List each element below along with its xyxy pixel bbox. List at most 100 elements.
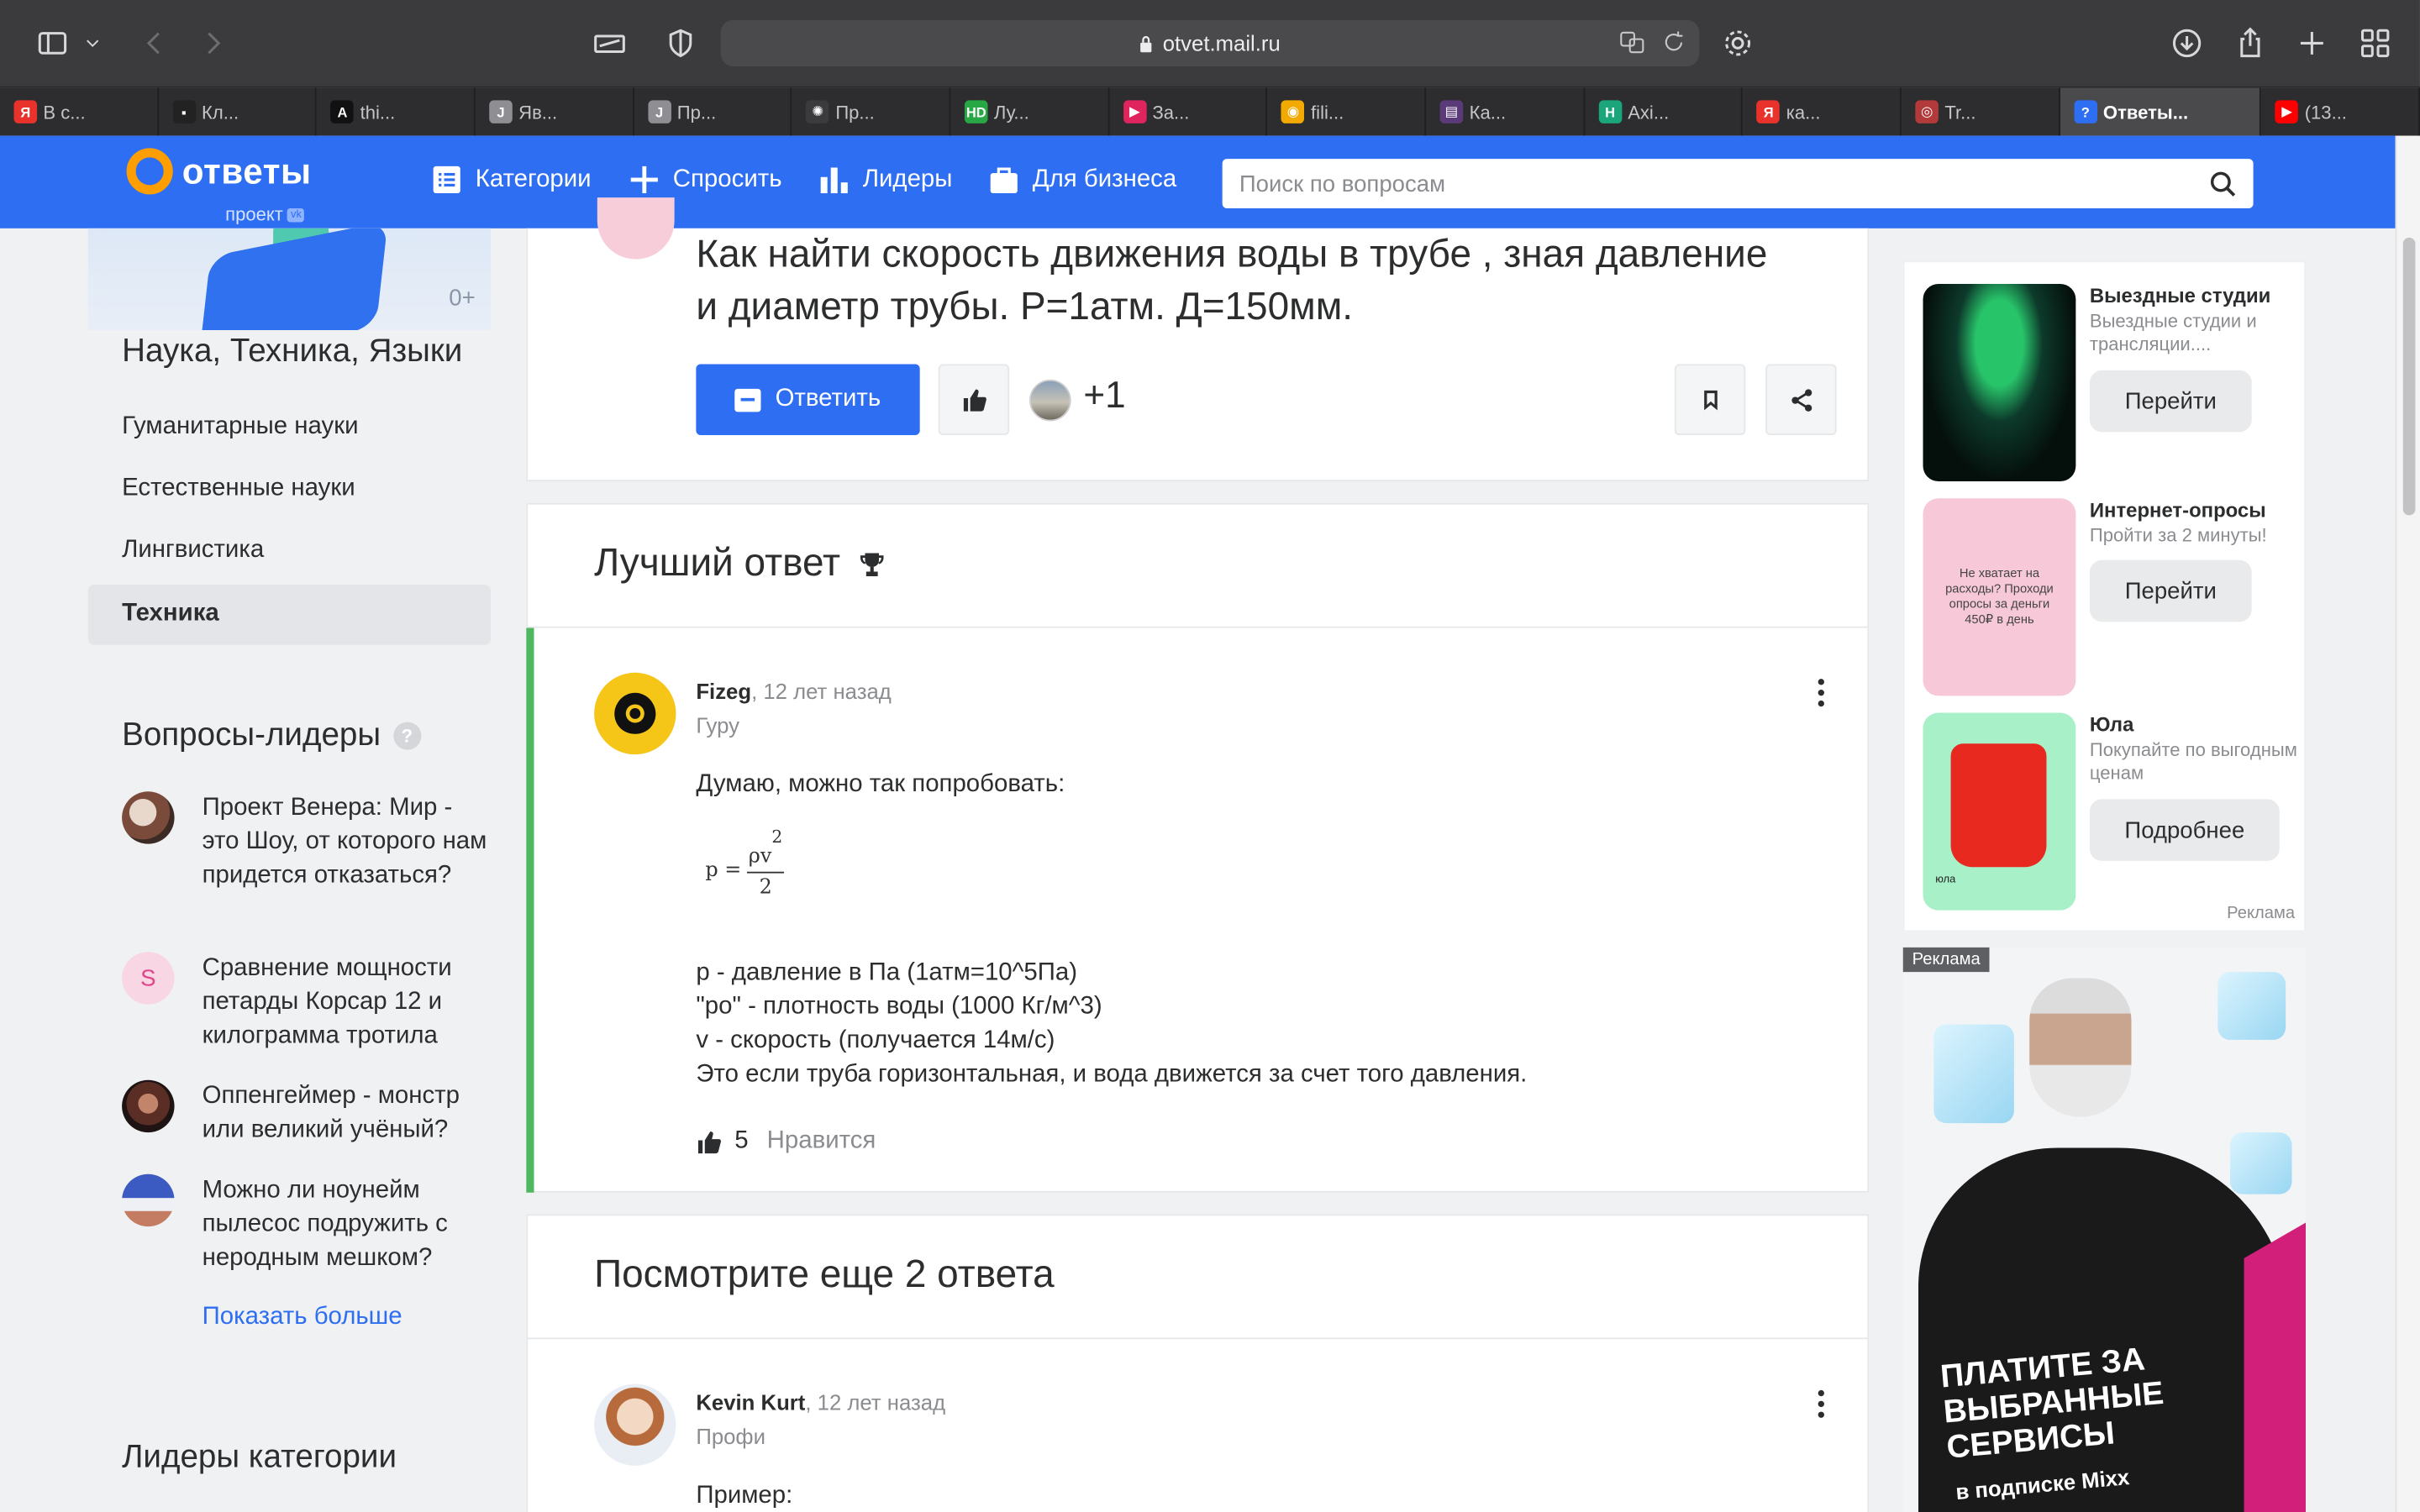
asker-avatar[interactable] (597, 197, 675, 260)
nav-leaders-label: Лидеры (862, 165, 953, 192)
bookmark-button[interactable] (1674, 364, 1746, 435)
scrollbar-thumb[interactable] (2402, 237, 2416, 516)
translate-icon[interactable] (1619, 29, 1645, 55)
browser-tab[interactable]: ▪ Кл... (159, 87, 318, 136)
answer-line: p - давление в Па (1атм=10^5Па) (696, 959, 1078, 986)
ad-image (1923, 283, 2076, 482)
sidebar-toggle-icon[interactable] (31, 22, 74, 65)
nav-leaders[interactable]: Лидеры (818, 164, 952, 197)
logo-subtitle: проект (225, 203, 283, 226)
nav-business-label: Для бизнеса (1032, 165, 1177, 192)
browser-tab[interactable]: ? Ответы... (2060, 87, 2262, 136)
tab-favicon-icon: A (330, 100, 355, 123)
leader-question-text: Проект Венера: Мир - это Шоу, от которог… (202, 794, 487, 889)
reader-icon[interactable] (588, 22, 631, 65)
ad-button[interactable]: Перейти (2089, 559, 2252, 622)
chevron-down-icon[interactable] (77, 22, 108, 65)
address-bar[interactable]: otvet.mail.ru (720, 19, 1700, 66)
help-icon[interactable]: ? (392, 722, 421, 750)
share-button[interactable] (1765, 364, 1837, 435)
answer-line: v - скорость (получается 14м/с) (696, 1027, 1055, 1054)
browser-tab[interactable]: ◉ fili... (1268, 87, 1427, 136)
browser-tab[interactable]: ▶ (13... (2261, 87, 2420, 136)
search-input[interactable] (1222, 159, 2149, 208)
browser-tab[interactable]: J Пр... (634, 87, 792, 136)
ad-button[interactable]: Подробнее (2089, 799, 2280, 861)
answer-meta: Fizeg, 12 лет назад (696, 679, 891, 703)
author-name[interactable]: Fizeg (696, 679, 751, 703)
liker-avatar (1029, 379, 1071, 422)
browser-tab[interactable]: HD Лу... (950, 87, 1110, 136)
nav-categories[interactable]: Категории (430, 164, 592, 197)
answer-line: "ро" - плотность воды (1000 Кг/м^3) (696, 993, 1102, 1021)
author-avatar[interactable] (594, 672, 676, 755)
nav-business[interactable]: Для бизнеса (987, 164, 1176, 197)
settings-gear-icon[interactable] (1716, 22, 1759, 65)
browser-tab[interactable]: ✺ Пр... (792, 87, 951, 136)
radiation-icon (614, 692, 656, 734)
browser-tab[interactable]: Athi... (317, 87, 476, 136)
search-box (1222, 159, 2254, 208)
sidebar-link-linguistics[interactable]: Лингвистика (122, 537, 264, 564)
show-more-link[interactable]: Показать больше (203, 1304, 402, 1331)
author-avatar[interactable] (594, 1383, 676, 1466)
tab-label: Ответы... (2102, 101, 2189, 123)
answer-meta: Kevin Kurt, 12 лет назад (696, 1390, 945, 1415)
page-scrollbar[interactable] (2395, 135, 2420, 1512)
browser-tab[interactable]: J Яв... (476, 87, 634, 136)
ad-image: Не хватает на расходы? Проходи опросы за… (1923, 498, 2076, 696)
ad-banner[interactable]: Реклама Платите за выбранные сервисы в п… (1902, 947, 2307, 1512)
question-avatar (122, 1079, 175, 1133)
ad-description: Покупайте по выгодным ценам (2089, 738, 2297, 785)
search-icon[interactable] (2208, 170, 2238, 199)
nav-ask[interactable]: Спросить (629, 164, 782, 197)
browser-tab[interactable]: ▶ За... (1109, 87, 1268, 136)
sidebar-link-humanities[interactable]: Гуманитарные науки (122, 413, 358, 441)
trophy-icon (860, 552, 885, 576)
plus-icon (630, 165, 658, 194)
ad-label: Реклама (2227, 904, 2296, 923)
ad-button[interactable]: Перейти (2089, 370, 2252, 433)
question-avatar (122, 1173, 175, 1227)
best-answer-heading: Лучший ответ (594, 542, 886, 586)
answer-button[interactable]: Ответить (696, 364, 920, 435)
tab-favicon-icon: J (489, 100, 513, 123)
more-options-icon[interactable] (1817, 1389, 1826, 1418)
browser-tab[interactable]: H Axi... (1585, 87, 1744, 136)
download-icon[interactable] (2165, 22, 2208, 65)
browser-tab[interactable]: Яка... (1743, 87, 1902, 136)
back-icon[interactable] (133, 22, 176, 65)
forward-icon[interactable] (192, 22, 234, 65)
browser-tab[interactable]: ▤ Ка... (1426, 87, 1585, 136)
more-answers-card: Посмотрите еще 2 ответа Kevin Kurt, 12 л… (526, 1214, 1870, 1512)
tab-favicon-icon: ✺ (806, 100, 829, 123)
like-question-button[interactable] (938, 364, 1010, 435)
tab-favicon-icon: ▤ (1439, 100, 1464, 123)
tab-label: fili... (1311, 101, 1344, 123)
like-label: Нравится (766, 1127, 876, 1154)
new-tab-icon[interactable] (2291, 22, 2333, 65)
answer-like-button[interactable]: 5 Нравится (696, 1128, 876, 1156)
tab-overview-icon[interactable] (2354, 22, 2396, 65)
nav-ask-label: Спросить (672, 165, 782, 192)
privacy-shield-icon[interactable] (659, 22, 702, 65)
sidebar-link-natural-sciences[interactable]: Естественные науки (122, 475, 355, 503)
sidebar-link-technology[interactable]: Техника (87, 585, 492, 645)
tab-label: Axi... (1628, 101, 1670, 123)
thumbs-up-icon (962, 388, 986, 411)
ad-description: Выездные студии и трансляции.... (2089, 310, 2257, 355)
browser-tab[interactable]: ЯВ с... (0, 87, 159, 136)
tab-favicon-icon: ▶ (2275, 100, 2299, 123)
reload-icon[interactable] (1660, 29, 1686, 55)
tab-label: Яв... (518, 101, 558, 123)
more-options-icon[interactable] (1817, 679, 1826, 707)
share-icon[interactable] (2228, 22, 2271, 65)
browser-tab[interactable]: ◎ Tr... (1902, 87, 2060, 136)
logo-wordmark: ответы (182, 150, 312, 192)
tab-favicon-icon: ? (2074, 100, 2097, 123)
tab-label: Tr... (1944, 101, 1976, 123)
share-nodes-icon (1791, 388, 1812, 411)
answer-line: Это если труба горизонтальная, и вода дв… (696, 1061, 1528, 1088)
answer-intro: Думаю, можно так попробовать: (696, 771, 1065, 798)
author-name[interactable]: Kevin Kurt (696, 1390, 805, 1415)
